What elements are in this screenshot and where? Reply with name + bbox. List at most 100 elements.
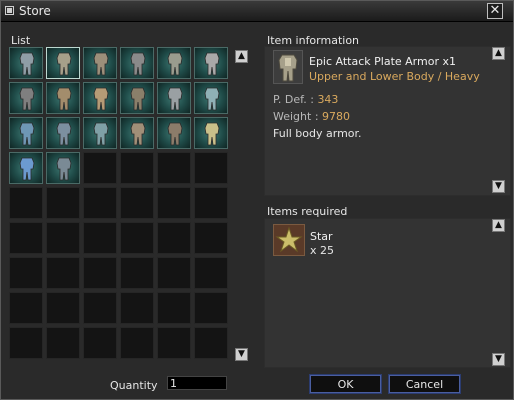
empty-slot[interactable]	[46, 257, 80, 289]
empty-slot[interactable]	[83, 152, 117, 184]
arrow-up-icon: ▲	[238, 51, 245, 61]
helmet-2-icon	[167, 87, 183, 111]
item-description: Full body armor.	[273, 127, 362, 140]
empty-slot[interactable]	[194, 292, 228, 324]
robe-1-icon	[204, 87, 220, 111]
weight-value: 9780	[322, 110, 351, 123]
empty-slot[interactable]	[157, 187, 191, 219]
window-menu-icon	[5, 6, 14, 15]
gauntlet-2-icon	[204, 52, 220, 76]
item-slot-helmet-1[interactable]	[9, 47, 43, 79]
empty-slot[interactable]	[83, 257, 117, 289]
item-slot-plate-armor-1[interactable]	[46, 47, 80, 79]
arrow-down-icon: ▼	[238, 349, 245, 359]
close-button[interactable]: ✕	[487, 3, 503, 19]
empty-slot[interactable]	[9, 327, 43, 359]
empty-slot[interactable]	[9, 292, 43, 324]
empty-slot[interactable]	[46, 292, 80, 324]
armor-set-1-icon	[167, 52, 183, 76]
item-name: Epic Attack Plate Armor x1	[309, 55, 456, 68]
item-slot-boots-1[interactable]	[46, 117, 80, 149]
empty-slot[interactable]	[46, 187, 80, 219]
item-slot-gauntlet-3[interactable]	[83, 82, 117, 114]
empty-slot[interactable]	[194, 327, 228, 359]
pdef-value: 343	[317, 93, 339, 106]
armor-3-icon	[204, 122, 220, 146]
item-slot-gauntlet-2[interactable]	[194, 47, 228, 79]
list-scroll-up-button[interactable]: ▲	[235, 50, 248, 63]
gauntlet-1-icon	[93, 52, 109, 76]
empty-slot[interactable]	[120, 292, 154, 324]
pdef-row: P. Def. : 343	[273, 93, 338, 106]
item-slot-greaves-2[interactable]	[9, 82, 43, 114]
item-category: Upper and Lower Body / Heavy	[309, 70, 480, 83]
list-scroll-down-button[interactable]: ▼	[235, 348, 248, 361]
item-slot-boots-3[interactable]	[46, 152, 80, 184]
gauntlet-4-icon	[19, 122, 35, 146]
empty-slot[interactable]	[9, 187, 43, 219]
helmet-1-icon	[19, 52, 35, 76]
greaves-3-icon	[130, 87, 146, 111]
empty-slot[interactable]	[157, 152, 191, 184]
item-slot-robe-1[interactable]	[194, 82, 228, 114]
ok-button[interactable]: OK	[309, 374, 382, 394]
item-slot-armor-set-1[interactable]	[157, 47, 191, 79]
required-scroll-down-button[interactable]: ▼	[492, 353, 505, 366]
empty-slot[interactable]	[157, 292, 191, 324]
empty-slot[interactable]	[120, 152, 154, 184]
empty-slot[interactable]	[120, 327, 154, 359]
info-scroll-up-button[interactable]: ▲	[492, 47, 505, 60]
item-slot-greaves-3[interactable]	[120, 82, 154, 114]
empty-slot[interactable]	[120, 187, 154, 219]
empty-slot[interactable]	[120, 257, 154, 289]
empty-slot[interactable]	[157, 327, 191, 359]
quantity-label: Quantity	[110, 379, 158, 392]
empty-slot[interactable]	[83, 187, 117, 219]
selected-item-icon	[273, 50, 303, 84]
arrow-up-icon: ▲	[495, 48, 502, 58]
item-slot-greaves-1[interactable]	[120, 47, 154, 79]
greaves-2-icon	[19, 87, 35, 111]
items-required-header: Items required	[267, 205, 348, 218]
cancel-button[interactable]: Cancel	[388, 374, 461, 394]
boots-2-icon	[167, 122, 183, 146]
item-slot-gauntlet-1[interactable]	[83, 47, 117, 79]
item-slot-glove-blue[interactable]	[9, 152, 43, 184]
empty-slot[interactable]	[194, 257, 228, 289]
item-slot-boots-2[interactable]	[157, 117, 191, 149]
empty-slot[interactable]	[157, 222, 191, 254]
item-info-panel: Epic Attack Plate Armor x1 Upper and Low…	[264, 46, 511, 196]
item-slot-armor-2[interactable]	[83, 117, 117, 149]
item-slot-gauntlet-4[interactable]	[9, 117, 43, 149]
gauntlet-3-icon	[93, 87, 109, 111]
item-slot-armor-3[interactable]	[194, 117, 228, 149]
empty-slot[interactable]	[9, 222, 43, 254]
greaves-1-icon	[130, 52, 146, 76]
store-window: Store ✕ List ▲ ▼ Quantity Item informati…	[0, 0, 514, 400]
empty-slot[interactable]	[194, 187, 228, 219]
empty-slot[interactable]	[83, 327, 117, 359]
required-item-count: x 25	[310, 244, 335, 257]
empty-slot[interactable]	[194, 222, 228, 254]
empty-slot[interactable]	[194, 152, 228, 184]
item-slot-plate-armor-2[interactable]	[46, 82, 80, 114]
empty-slot[interactable]	[120, 222, 154, 254]
empty-slot[interactable]	[46, 327, 80, 359]
empty-slot[interactable]	[83, 222, 117, 254]
quantity-input[interactable]	[167, 376, 227, 390]
weight-label: Weight :	[273, 110, 319, 123]
item-slot-gauntlet-5[interactable]	[120, 117, 154, 149]
item-slot-helmet-2[interactable]	[157, 82, 191, 114]
arrow-up-icon: ▲	[495, 220, 502, 230]
info-scroll-down-button[interactable]: ▼	[492, 180, 505, 193]
required-scroll-up-button[interactable]: ▲	[492, 219, 505, 232]
empty-slot[interactable]	[83, 292, 117, 324]
empty-slot[interactable]	[9, 257, 43, 289]
gauntlet-5-icon	[130, 122, 146, 146]
title-bar[interactable]: Store ✕	[1, 1, 513, 22]
empty-slot[interactable]	[46, 222, 80, 254]
plate-armor-2-icon	[56, 87, 72, 111]
pdef-label: P. Def. :	[273, 93, 314, 106]
empty-slot[interactable]	[157, 257, 191, 289]
plate-armor-1-icon	[56, 52, 72, 76]
